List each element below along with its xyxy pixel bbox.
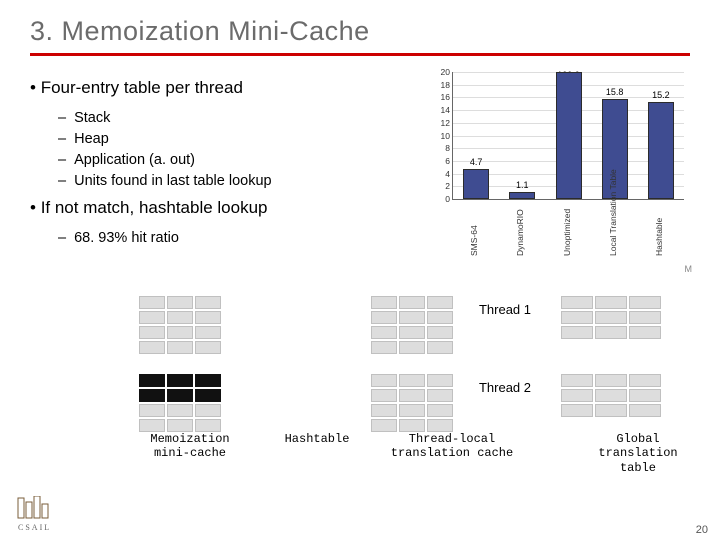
bar-sms-64 [463,169,489,199]
bullet-1-sublist: Stack Heap Application (a. out) Units fo… [58,108,422,192]
chart-x-labels: SMS-64DynamoRIOUnoptimizedLocal Translat… [452,200,684,262]
global-table-bottom [561,374,661,417]
y-tick: 4 [445,169,450,179]
y-tick: 14 [441,105,450,115]
diagram-area: Thread 1 Thread 2 [30,296,690,492]
thread-2-label: Thread 2 [479,380,531,395]
thread-2-row: Thread 2 [110,374,690,432]
x-label: Hashtable [654,196,664,256]
tlocal-cache-t2 [371,374,453,432]
sub-1: Stack [58,108,422,129]
bullet-2-sub: 68. 93% hit ratio [58,228,422,249]
left-column: Four-entry table per thread Stack Heap A… [30,72,430,262]
x-label: SMS-64 [469,196,479,256]
bar-unoptimized [556,72,582,199]
bullet-2-sublist: 68. 93% hit ratio [58,228,422,249]
y-tick: 2 [445,181,450,191]
y-tick: 8 [445,143,450,153]
y-tick: 6 [445,156,450,166]
y-tick: 10 [441,131,450,141]
bullet-2: If not match, hashtable lookup [30,198,422,218]
x-label: DynamoRIO [515,196,525,256]
y-tick: 0 [445,194,450,204]
cut-label-m: M [685,264,693,274]
title-rule [30,53,690,56]
csail-logo: CSAIL [16,496,62,532]
thread-1-row: Thread 1 [110,296,690,354]
bar-hashtable [648,102,674,199]
right-column: 100.0 024681012141618204.71.115.815.2 SM… [430,72,690,262]
x-label: Local Translation Table [608,196,618,256]
sub-3: Application (a. out) [58,150,422,171]
bullet-1: Four-entry table per thread [30,78,422,98]
bar-value: 15.2 [641,90,681,100]
sub-4: Units found in last table lookup [58,171,422,192]
thread-1-label: Thread 1 [479,302,531,317]
y-tick: 20 [441,67,450,77]
content-row: Four-entry table per thread Stack Heap A… [30,72,690,262]
tlocal-cache-t1 [371,296,453,354]
caption-global: Global translation table [578,432,698,475]
chart-plot-area: 100.0 024681012141618204.71.115.815.2 [452,72,684,200]
global-table-top [561,296,661,339]
x-label: Unoptimized [562,196,572,256]
logo-text: CSAIL [18,523,51,532]
bar-value: 4.7 [456,157,496,167]
y-tick: 12 [441,118,450,128]
memo-cache-t1 [139,296,221,354]
bar-value: 1.1 [502,180,542,190]
bar-chart: 100.0 024681012141618204.71.115.815.2 SM… [430,72,690,262]
memo-cache-t2 [139,374,221,432]
y-tick: 16 [441,92,450,102]
slide-title: 3. Memoization Mini-Cache [30,16,690,47]
caption-tlocal: Thread-local translation cache [382,432,522,461]
caption-hash: Hashtable [272,432,362,446]
sub-2: Heap [58,129,422,150]
caption-memo: Memoization mini-cache [130,432,250,461]
page-number: 20 [696,524,708,536]
bar-value: 15.8 [595,87,635,97]
slide: 3. Memoization Mini-Cache Four-entry tab… [0,0,720,540]
y-tick: 18 [441,80,450,90]
